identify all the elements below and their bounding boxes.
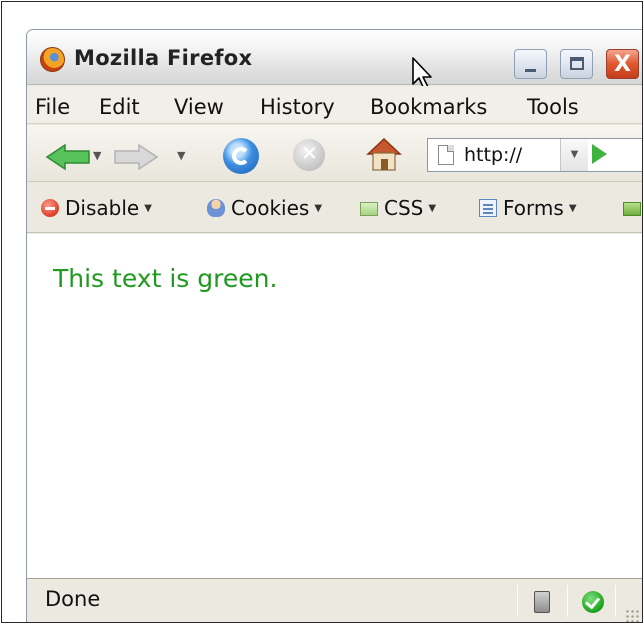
devbar-css-menu[interactable]: CSS ▼ <box>360 196 436 220</box>
menu-edit[interactable]: Edit <box>99 95 140 119</box>
reload-icon[interactable] <box>223 138 259 174</box>
window-title: Mozilla Firefox <box>74 46 253 70</box>
reload-arrow-icon <box>232 147 250 165</box>
devbar-cookies-label: Cookies <box>231 196 310 220</box>
green-text-paragraph: This text is green. <box>53 264 278 293</box>
url-history-dropdown-icon[interactable]: ▼ <box>560 139 588 171</box>
web-developer-toolbar: Disable ▼ Cookies ▼ CSS ▼ Forms ▼ <box>27 183 642 233</box>
back-arrow-icon[interactable] <box>45 143 93 171</box>
navigation-toolbar: ▼ ▼ ✕ http:// ▼ <box>27 125 642 182</box>
disable-icon <box>41 199 59 217</box>
maximize-button[interactable] <box>560 49 593 79</box>
forward-arrow-icon[interactable] <box>111 143 159 171</box>
firefox-window: Mozilla Firefox X File Edit View History… <box>26 29 642 622</box>
menu-tools[interactable]: Tools <box>527 95 579 119</box>
devbar-cookies-menu[interactable]: Cookies ▼ <box>207 196 322 220</box>
title-bar[interactable]: Mozilla Firefox X <box>27 30 642 90</box>
images-icon <box>623 202 641 216</box>
home-icon[interactable] <box>365 136 403 172</box>
firefox-logo-icon <box>40 47 65 72</box>
status-bar: Done <box>27 578 642 622</box>
status-divider <box>517 585 518 617</box>
devbar-images-menu[interactable] <box>623 196 642 220</box>
minimize-button[interactable] <box>514 49 547 79</box>
chevron-down-icon: ▼ <box>568 202 577 214</box>
menu-bookmarks[interactable]: Bookmarks <box>370 95 487 119</box>
chevron-down-icon: ▼ <box>314 202 323 214</box>
stop-x-icon: ✕ <box>301 141 318 165</box>
menu-file[interactable]: File <box>35 95 70 119</box>
menu-history[interactable]: History <box>260 95 335 119</box>
forms-icon <box>479 199 497 217</box>
url-input[interactable]: http:// <box>464 144 522 166</box>
css-icon <box>360 202 378 216</box>
page-content: This text is green. <box>27 234 642 578</box>
chevron-down-icon: ▼ <box>428 202 437 214</box>
devbar-forms-menu[interactable]: Forms ▼ <box>479 196 577 220</box>
devbar-disable-label: Disable <box>65 196 140 220</box>
devbar-disable-menu[interactable]: Disable ▼ <box>41 196 152 220</box>
status-divider <box>615 585 616 617</box>
clipboard-icon[interactable] <box>534 591 550 613</box>
minimize-icon <box>525 69 536 72</box>
status-text: Done <box>45 587 101 611</box>
devbar-forms-label: Forms <box>503 196 564 220</box>
devbar-css-label: CSS <box>384 196 424 220</box>
validation-ok-icon[interactable] <box>582 591 604 613</box>
menu-bar: File Edit View History Bookmarks Tools <box>27 86 642 124</box>
go-icon[interactable] <box>592 144 607 164</box>
close-icon: X <box>614 52 631 77</box>
menu-view[interactable]: View <box>174 95 224 119</box>
page-icon <box>438 145 454 165</box>
resize-grip-icon[interactable] <box>625 609 639 622</box>
url-bar[interactable]: http:// ▼ <box>427 138 642 172</box>
close-button[interactable]: X <box>606 49 639 79</box>
forward-history-dropdown-icon[interactable]: ▼ <box>177 149 185 162</box>
status-divider <box>567 585 568 617</box>
maximize-icon <box>570 57 584 70</box>
cookies-icon <box>207 199 225 217</box>
screenshot-frame: Mozilla Firefox X File Edit View History… <box>1 1 643 623</box>
stop-icon[interactable]: ✕ <box>293 139 325 171</box>
chevron-down-icon: ▼ <box>144 202 152 214</box>
back-history-dropdown-icon[interactable]: ▼ <box>93 149 101 162</box>
